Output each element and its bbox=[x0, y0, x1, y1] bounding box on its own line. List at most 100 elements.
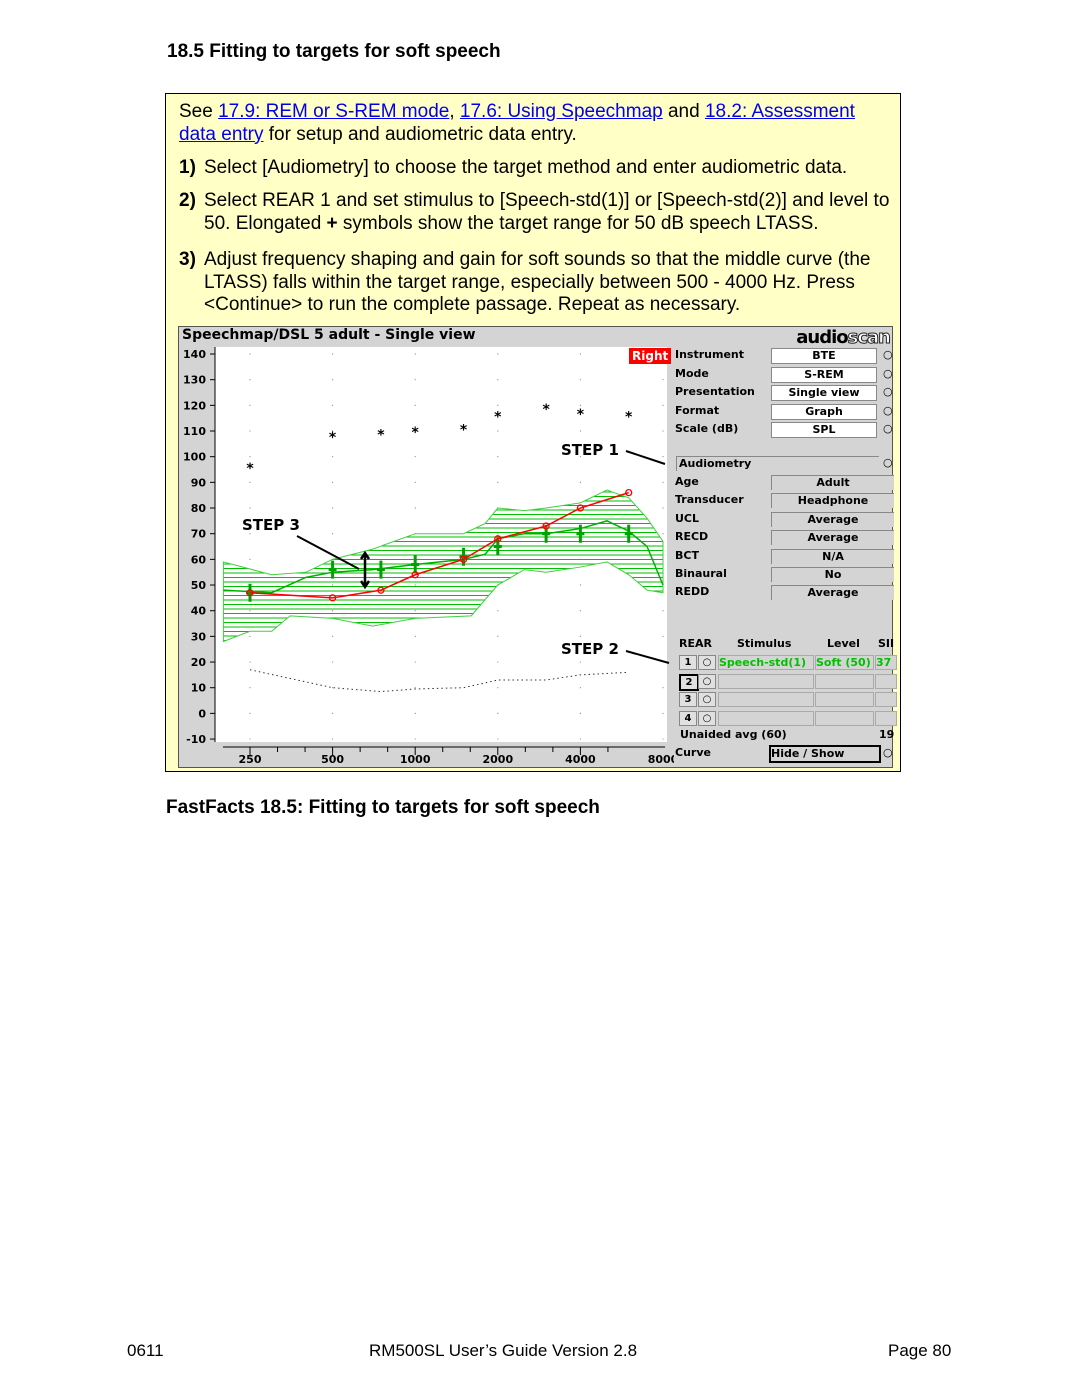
grid-dot bbox=[662, 687, 664, 689]
audiometry-open-icon[interactable]: ○ bbox=[883, 456, 895, 470]
grid-dot bbox=[497, 379, 499, 381]
grid-dot bbox=[332, 481, 334, 483]
rear-toggle-icon[interactable]: ○ bbox=[698, 692, 716, 707]
ucl-asterisk: * bbox=[460, 422, 468, 438]
audiometry-button[interactable]: Audiometry bbox=[676, 456, 879, 471]
level-cell[interactable]: Soft (50) bbox=[815, 655, 874, 670]
stimulus-cell[interactable] bbox=[718, 673, 814, 689]
footer-code: 0611 bbox=[127, 1341, 164, 1360]
setting-field-3[interactable]: Graph bbox=[771, 403, 877, 420]
grid-dot bbox=[249, 687, 251, 689]
grid-dot bbox=[332, 507, 334, 509]
y-tick-label: 30 bbox=[191, 630, 207, 643]
y-tick-label: 120 bbox=[183, 399, 206, 412]
setting-field-1[interactable]: S-REM bbox=[771, 366, 877, 383]
grid-dot bbox=[414, 507, 416, 509]
rear-1-button[interactable]: 1 bbox=[679, 655, 697, 670]
ucl-asterisk: * bbox=[377, 428, 385, 444]
audiometry-value: Adult bbox=[771, 475, 894, 490]
setting-label: Presentation bbox=[675, 385, 755, 398]
y-tick-label: 100 bbox=[183, 451, 206, 464]
y-tick-label: -10 bbox=[186, 733, 206, 746]
audiometry-value: Average bbox=[771, 585, 894, 601]
cycle-button-icon[interactable]: ○ bbox=[883, 404, 895, 418]
grid-dot bbox=[662, 738, 664, 740]
rear-2-button[interactable]: 2 bbox=[679, 673, 699, 691]
rear-toggle-icon[interactable]: ○ bbox=[698, 710, 716, 726]
setting-label: Scale (dB) bbox=[675, 422, 739, 435]
y-tick-label: 10 bbox=[191, 682, 207, 695]
sii-cell: 37 bbox=[875, 655, 897, 670]
audiometry-label: Transducer bbox=[675, 493, 744, 507]
audiometry-label: Age bbox=[675, 475, 699, 488]
cycle-button-icon[interactable]: ○ bbox=[883, 367, 895, 381]
grid-dot bbox=[497, 456, 499, 458]
grid-dot bbox=[414, 635, 416, 637]
unaided-sii: 19 bbox=[879, 728, 895, 741]
grid-dot bbox=[332, 661, 334, 663]
grid-dot bbox=[579, 687, 581, 689]
ucl-asterisk: * bbox=[329, 430, 337, 446]
level-cell[interactable] bbox=[815, 673, 874, 689]
grid-dot bbox=[249, 712, 251, 714]
y-tick-label: 20 bbox=[191, 656, 207, 669]
stimulus-cell[interactable] bbox=[718, 710, 814, 726]
grid-dot bbox=[249, 430, 251, 432]
step-number: 2) bbox=[179, 190, 196, 211]
link-rem-mode[interactable]: 17.9: REM or S-REM mode bbox=[218, 101, 449, 122]
stimulus-header: Stimulus bbox=[737, 637, 792, 650]
grid-dot bbox=[579, 635, 581, 637]
stimulus-cell[interactable]: Speech-std(1) bbox=[718, 655, 814, 670]
cycle-button-icon[interactable]: ○ bbox=[883, 422, 895, 436]
sii-cell bbox=[875, 692, 897, 707]
link-speechmap[interactable]: 17.6: Using Speechmap bbox=[460, 101, 663, 122]
cycle-button-icon[interactable]: ○ bbox=[883, 348, 895, 362]
cycle-button-icon[interactable]: ○ bbox=[883, 385, 895, 399]
level-cell[interactable] bbox=[815, 710, 874, 726]
grid-dot bbox=[249, 353, 251, 355]
rear-toggle-icon[interactable]: ○ bbox=[698, 655, 716, 670]
grid-dot bbox=[414, 712, 416, 714]
y-tick-label: 80 bbox=[191, 502, 207, 515]
figure-caption: FastFacts 18.5: Fitting to targets for s… bbox=[166, 797, 600, 818]
grid-dot bbox=[497, 687, 499, 689]
setting-field-4[interactable]: SPL bbox=[771, 422, 877, 438]
grid-dot bbox=[414, 738, 416, 740]
setting-field-0[interactable]: BTE bbox=[771, 348, 877, 364]
audiometry-value: N/A bbox=[771, 548, 894, 564]
step-2: 2) Select REAR 1 and set stimulus to [Spe… bbox=[179, 190, 914, 235]
grid-dot bbox=[332, 738, 334, 740]
step-text: symbols show the target range for 50 dB … bbox=[337, 212, 819, 234]
annotation-step2: STEP 2 bbox=[561, 640, 619, 658]
grid-dot bbox=[662, 507, 664, 509]
grid-dot bbox=[249, 507, 251, 509]
grid-dot bbox=[662, 533, 664, 535]
x-tick-label: 8000 bbox=[648, 753, 674, 766]
grid-dot bbox=[579, 430, 581, 432]
grid-dot bbox=[579, 712, 581, 714]
speechmap-graph: 1401301201101009080706050403020100-10250… bbox=[183, 347, 674, 766]
stimulus-cell[interactable] bbox=[718, 692, 814, 707]
grid-dot bbox=[414, 353, 416, 355]
rear-4-button[interactable]: 4 bbox=[679, 710, 697, 726]
y-tick-label: 140 bbox=[183, 348, 206, 361]
audiometry-value: Headphone bbox=[771, 493, 894, 509]
hide-show-button[interactable]: Hide / Show bbox=[769, 745, 881, 763]
audiometry-label: UCL bbox=[675, 511, 700, 525]
rear-toggle-icon[interactable]: ○ bbox=[698, 673, 716, 689]
curve-label: Curve bbox=[675, 746, 711, 759]
screen-title: Speechmap/DSL 5 adult - Single view bbox=[182, 327, 476, 343]
y-tick-label: 60 bbox=[191, 553, 207, 566]
step-number: 3) bbox=[179, 249, 196, 270]
setting-field-2[interactable]: Single view bbox=[771, 385, 877, 401]
rear-3-button[interactable]: 3 bbox=[679, 692, 697, 707]
ear-badge: Right bbox=[629, 348, 672, 364]
ucl-asterisk: * bbox=[542, 402, 550, 418]
grid-dot bbox=[497, 738, 499, 740]
sii-header: SII bbox=[878, 637, 895, 650]
ucl-asterisk: * bbox=[246, 461, 254, 477]
curve-cycle-icon[interactable]: ○ bbox=[883, 746, 895, 760]
level-cell[interactable] bbox=[815, 692, 874, 707]
grid-dot bbox=[249, 738, 251, 740]
y-tick-label: 0 bbox=[198, 707, 206, 720]
